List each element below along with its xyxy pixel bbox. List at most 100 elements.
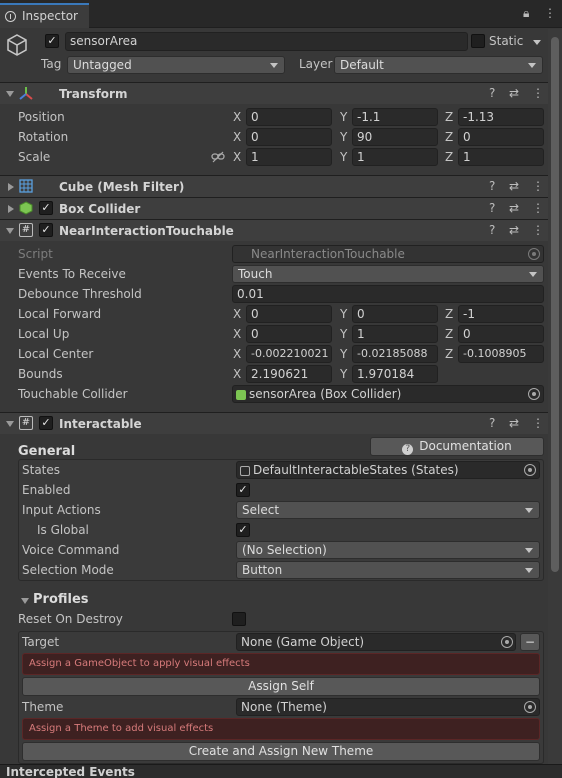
active-checkbox[interactable]: ✓ bbox=[45, 34, 59, 48]
forward-z[interactable]: -1 bbox=[458, 305, 544, 323]
box-collider-header[interactable]: ✓ Box Collider ? ⇄ ⋮ bbox=[0, 197, 548, 219]
object-picker-icon[interactable] bbox=[524, 464, 536, 476]
intercepted-events-header[interactable]: Intercepted Events bbox=[0, 764, 562, 778]
forward-x[interactable]: 0 bbox=[246, 305, 332, 323]
axis-y[interactable]: Y bbox=[340, 150, 347, 164]
transform-header[interactable]: Transform ? ⇄ ⋮ bbox=[0, 82, 548, 104]
preset-icon[interactable]: ⇄ bbox=[509, 223, 519, 237]
axis-y[interactable]: Y bbox=[340, 347, 347, 361]
bounds-y[interactable]: 1.970184 bbox=[352, 365, 438, 383]
preset-icon[interactable]: ⇄ bbox=[509, 201, 519, 215]
foldout-icon[interactable] bbox=[6, 421, 14, 427]
scale-z[interactable]: 1 bbox=[458, 148, 544, 166]
box-collider-enabled-checkbox[interactable]: ✓ bbox=[39, 201, 53, 215]
axis-y[interactable]: Y bbox=[340, 327, 347, 341]
target-field[interactable]: None (Game Object) bbox=[236, 633, 516, 651]
foldout-icon[interactable] bbox=[6, 91, 14, 97]
scale-x[interactable]: 1 bbox=[246, 148, 332, 166]
foldout-icon[interactable] bbox=[8, 205, 14, 213]
foldout-icon[interactable] bbox=[8, 183, 14, 191]
static-dropdown-arrow[interactable] bbox=[533, 40, 541, 45]
axis-z[interactable]: Z bbox=[445, 150, 453, 164]
documentation-button[interactable]: ? Documentation bbox=[370, 437, 544, 456]
help-icon[interactable]: ? bbox=[489, 179, 495, 193]
axis-x[interactable]: X bbox=[233, 327, 241, 341]
reset-checkbox[interactable] bbox=[232, 612, 246, 626]
remove-button[interactable]: − bbox=[520, 633, 540, 651]
assign-self-button[interactable]: Assign Self bbox=[22, 677, 540, 696]
axis-x[interactable]: X bbox=[233, 130, 241, 144]
object-picker-icon[interactable] bbox=[524, 701, 536, 713]
name-field[interactable]: sensorArea bbox=[65, 32, 468, 51]
tag-dropdown[interactable]: Untagged bbox=[67, 56, 285, 74]
is-global-checkbox[interactable]: ✓ bbox=[236, 523, 250, 537]
axis-z[interactable]: Z bbox=[445, 347, 453, 361]
axis-x[interactable]: X bbox=[233, 347, 241, 361]
create-theme-button[interactable]: Create and Assign New Theme bbox=[22, 742, 540, 761]
theme-field[interactable]: None (Theme) bbox=[236, 698, 540, 716]
nit-enabled-checkbox[interactable]: ✓ bbox=[39, 223, 53, 237]
interactable-header[interactable]: # ✓ Interactable ? ⇄ ⋮ bbox=[0, 412, 548, 434]
up-x[interactable]: 0 bbox=[246, 325, 332, 343]
interactable-enabled-checkbox[interactable]: ✓ bbox=[39, 416, 53, 430]
axis-x[interactable]: X bbox=[233, 367, 241, 381]
help-icon[interactable]: ? bbox=[489, 416, 495, 430]
collider-field[interactable]: sensorArea (Box Collider) bbox=[232, 385, 544, 403]
up-y[interactable]: 1 bbox=[352, 325, 438, 343]
lock-icon[interactable]: 🔒︎ bbox=[523, 6, 529, 21]
kebab-icon[interactable]: ⋮ bbox=[532, 201, 544, 215]
up-z[interactable]: 0 bbox=[458, 325, 544, 343]
axis-z[interactable]: Z bbox=[445, 307, 453, 321]
layer-dropdown[interactable]: Default bbox=[334, 56, 543, 74]
rotation-x[interactable]: 0 bbox=[246, 128, 332, 146]
axis-z[interactable]: Z bbox=[445, 110, 453, 124]
input-actions-dropdown[interactable]: Select bbox=[236, 501, 540, 519]
kebab-icon[interactable]: ⋮ bbox=[532, 416, 544, 430]
object-picker-icon[interactable] bbox=[528, 388, 540, 400]
nit-header[interactable]: # ✓ NearInteractionTouchable ? ⇄ ⋮ bbox=[0, 219, 548, 241]
kebab-icon[interactable]: ⋮ bbox=[532, 86, 544, 100]
help-icon[interactable]: ? bbox=[489, 86, 495, 100]
preset-icon[interactable]: ⇄ bbox=[509, 416, 519, 430]
voice-command-dropdown[interactable]: (No Selection) bbox=[236, 541, 540, 559]
forward-y[interactable]: 0 bbox=[352, 305, 438, 323]
object-picker-icon[interactable] bbox=[501, 636, 513, 648]
axis-y[interactable]: Y bbox=[340, 130, 347, 144]
preset-icon[interactable]: ⇄ bbox=[509, 179, 519, 193]
kebab-menu-icon[interactable]: ⋮ bbox=[544, 6, 556, 20]
kebab-icon[interactable]: ⋮ bbox=[532, 223, 544, 237]
static-checkbox[interactable] bbox=[471, 34, 485, 48]
position-y[interactable]: -1.1 bbox=[352, 108, 438, 126]
axis-x[interactable]: X bbox=[233, 150, 241, 164]
kebab-icon[interactable]: ⋮ bbox=[532, 179, 544, 193]
position-z[interactable]: -1.13 bbox=[458, 108, 544, 126]
rotation-z[interactable]: 0 bbox=[458, 128, 544, 146]
states-field[interactable]: DefaultInteractableStates (States) bbox=[236, 461, 540, 479]
axis-y[interactable]: Y bbox=[340, 307, 347, 321]
rotation-y[interactable]: 90 bbox=[352, 128, 438, 146]
help-icon[interactable]: ? bbox=[489, 223, 495, 237]
axis-x[interactable]: X bbox=[233, 110, 241, 124]
mesh-filter-header[interactable]: Cube (Mesh Filter) ? ⇄ ⋮ bbox=[0, 175, 548, 197]
preset-icon[interactable]: ⇄ bbox=[509, 86, 519, 100]
axis-z[interactable]: Z bbox=[445, 327, 453, 341]
bounds-x[interactable]: 2.190621 bbox=[246, 365, 332, 383]
constrain-proportions-icon[interactable] bbox=[211, 151, 225, 163]
axis-y[interactable]: Y bbox=[340, 367, 347, 381]
scale-y[interactable]: 1 bbox=[352, 148, 438, 166]
enabled-checkbox[interactable]: ✓ bbox=[236, 483, 250, 497]
axis-z[interactable]: Z bbox=[445, 130, 453, 144]
profiles-foldout-icon[interactable] bbox=[21, 598, 29, 604]
axis-x[interactable]: X bbox=[233, 307, 241, 321]
selection-mode-dropdown[interactable]: Button bbox=[236, 561, 540, 579]
center-x[interactable]: -0.002210021 bbox=[246, 345, 332, 363]
events-dropdown[interactable]: Touch bbox=[232, 265, 544, 283]
scrollbar-thumb[interactable] bbox=[551, 37, 559, 572]
debounce-field[interactable]: 0.01 bbox=[232, 285, 544, 303]
profiles-heading[interactable]: Profiles bbox=[33, 592, 89, 607]
tab-inspector[interactable]: Inspector bbox=[0, 3, 89, 28]
foldout-icon[interactable] bbox=[6, 228, 14, 234]
help-icon[interactable]: ? bbox=[489, 201, 495, 215]
center-z[interactable]: -0.1008905 bbox=[458, 345, 544, 363]
center-y[interactable]: -0.02185088 bbox=[352, 345, 438, 363]
